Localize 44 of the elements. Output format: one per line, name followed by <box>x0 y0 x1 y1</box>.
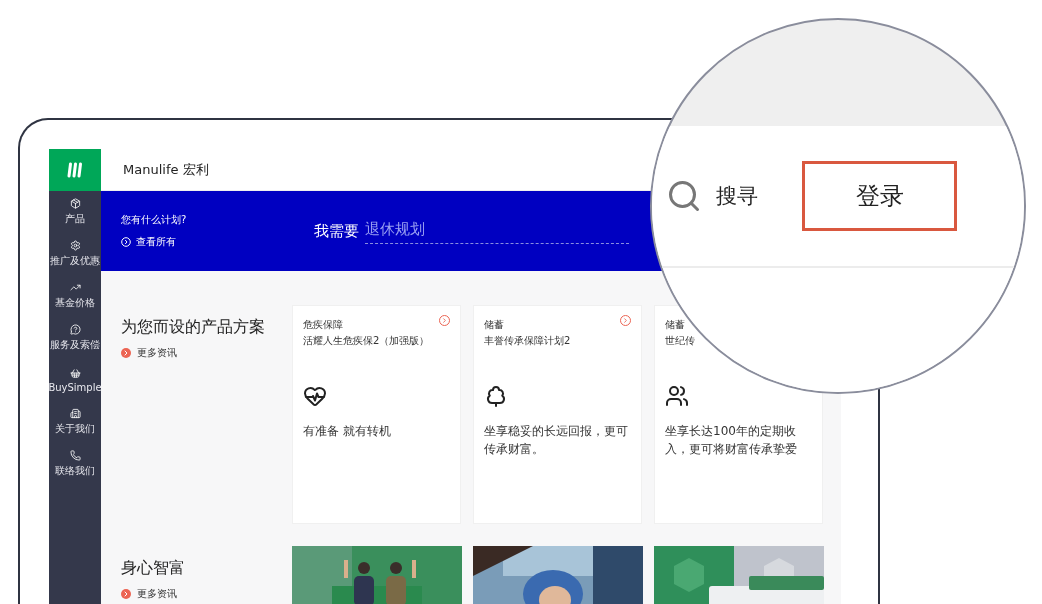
card-description: 坐享稳妥的长远回报，更可传承财富。 <box>484 423 629 458</box>
sidebar-item[interactable]: 产品 <box>49 191 101 233</box>
arrow-circle-icon <box>121 589 131 599</box>
sidebar-item[interactable]: 推广及优惠 <box>49 233 101 275</box>
card-category: 储蓄 <box>665 318 685 332</box>
card-description: 坐享长达100年的定期收入，更可将财富传承挚爱 <box>665 423 798 458</box>
brand-name: Manulife 宏利 <box>123 160 209 179</box>
search-link[interactable]: 搜寻 <box>666 178 758 214</box>
card-category: 危疾保障 <box>303 318 343 332</box>
plan-question: 您有什么计划? <box>121 213 187 227</box>
family-icon <box>665 384 689 408</box>
more-info-link[interactable]: 更多资讯 <box>121 346 292 360</box>
sidebar-item[interactable]: 服务及索偿 <box>49 317 101 359</box>
search-icon <box>666 178 702 214</box>
view-all-link[interactable]: 查看所有 <box>121 235 187 249</box>
card-title: 活耀人生危疾保2（加强版） <box>303 334 430 348</box>
tree-icon <box>484 384 508 408</box>
card-title: 丰誉传承保障计划2 <box>484 334 571 348</box>
phone-icon <box>69 450 81 461</box>
section-title: 为您而设的产品方案 <box>121 317 266 338</box>
product-card[interactable]: 危疾保障 活耀人生危疾保2（加强版） 有准备 就有转机 <box>292 305 461 524</box>
card-title: 世纪传 <box>665 334 695 348</box>
card-category: 储蓄 <box>484 318 504 332</box>
sidebar-item[interactable]: BuySimple <box>49 359 101 401</box>
sidebar-item[interactable]: 联络我们 <box>49 443 101 485</box>
product-card[interactable]: 储蓄 丰誉传承保障计划2 坐享稳妥的长远回报，更可传承财富。 <box>473 305 642 524</box>
card-description: 有准备 就有转机 <box>303 423 392 440</box>
chat-question-icon <box>69 324 81 335</box>
plan-field[interactable]: 退休规划 <box>365 218 630 244</box>
building-icon <box>69 408 81 419</box>
more-info-link[interactable]: 更多资讯 <box>121 587 292 601</box>
chevron-circle-icon <box>121 237 131 247</box>
sidebar-item[interactable]: 关于我们 <box>49 401 101 443</box>
gear-icon <box>69 240 81 251</box>
section-title: 身心智富 <box>121 558 186 579</box>
need-label: 我需要 <box>314 221 360 241</box>
basket-icon <box>69 367 81 379</box>
box-icon <box>69 198 81 209</box>
heart-pulse-icon <box>303 384 327 408</box>
arrow-circle-icon <box>121 348 131 358</box>
sidebar-item[interactable]: 基金价格 <box>49 275 101 317</box>
login-button[interactable]: 登录 <box>802 161 957 231</box>
logo[interactable] <box>49 149 101 191</box>
trend-chart-icon <box>69 282 81 293</box>
